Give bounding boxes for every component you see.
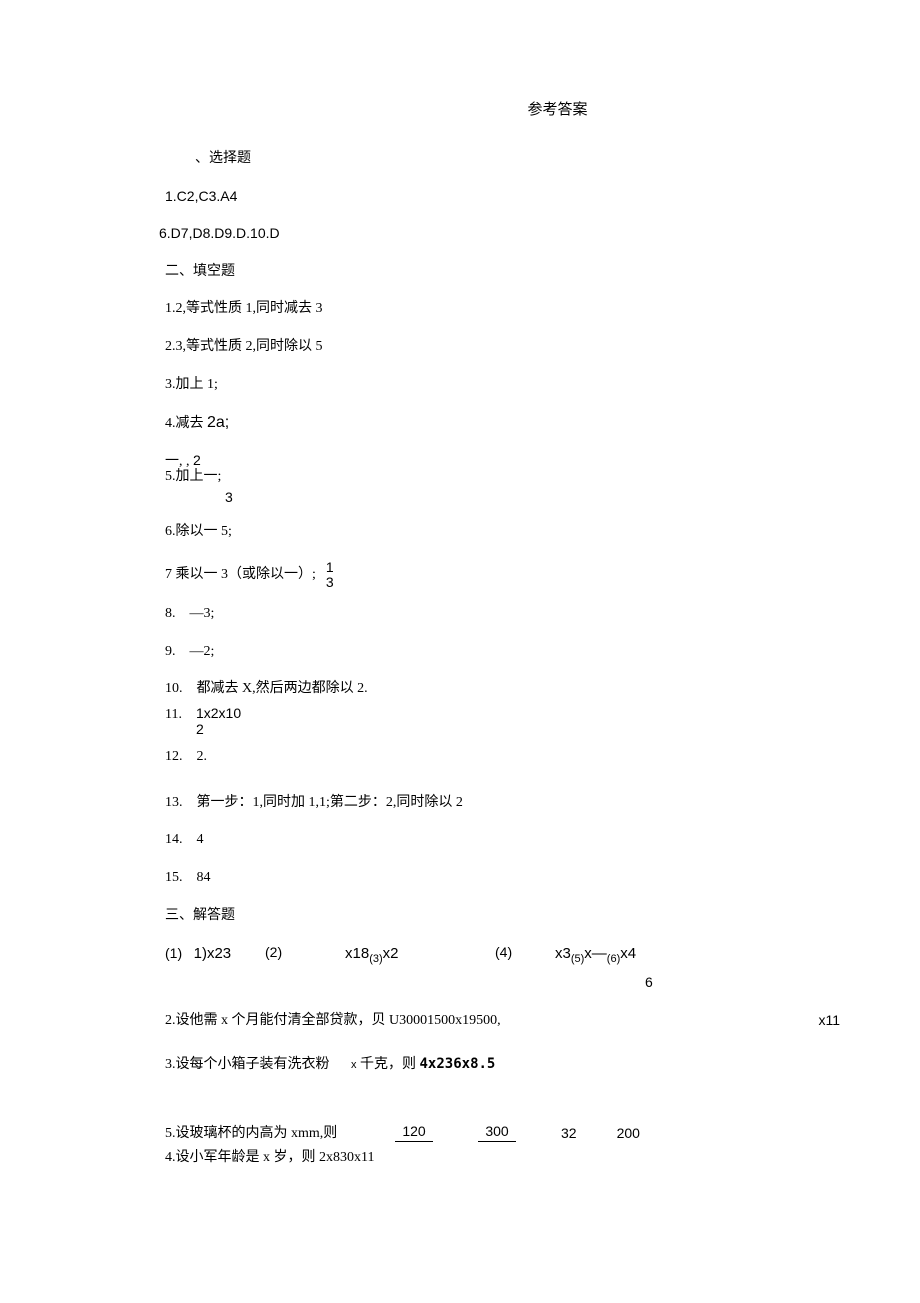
r1-b-sub: (3) — [369, 953, 382, 965]
s2-q11: 11. 1x2x10 2 — [165, 705, 840, 737]
s2-q11-top: 1x2x10 — [196, 705, 241, 721]
s2-q5: 一, , 2 5.加上一; — [165, 453, 840, 485]
r1-d-mid: x— — [584, 945, 607, 962]
s3-q3: 3.设每个小箱子装有洗衣粉 x 千克，则 4x236x8.5 — [165, 1055, 840, 1075]
s3-q5: 5.设玻璃杯的内高为 xmm,则 120 300 32 200 — [165, 1124, 840, 1144]
s2-q8: 8. —3; — [165, 604, 840, 624]
s3-q2-right: x11 — [818, 1011, 840, 1031]
section-2-header: 二、填空题 — [165, 262, 840, 282]
s2-q6: 6.除以一 5; — [165, 522, 840, 542]
s3-row1: (1) 1)x23 (2) x18(3)x2 (4) x3(5)x—(6)x4 — [165, 943, 840, 967]
s2-q13: 13. 第一步：1,同时加 1,1;第二步：2,同时除以 2 — [165, 793, 840, 813]
s2-q15: 15. 84 — [165, 868, 840, 888]
r1-b-tail: x2 — [383, 945, 399, 962]
s2-q5-denom: 3 — [225, 488, 840, 508]
section-1-header: 、选择题 — [195, 149, 840, 169]
section-3-header: 三、解答题 — [165, 906, 840, 926]
s2-q10: 10. 都减去 X,然后两边都除以 2. — [165, 679, 840, 699]
s1-line2: 6.D7,D8.D9.D.10.D — [159, 224, 840, 244]
s2-q7-bot: 3 — [326, 575, 334, 590]
r1-d-tail: x4 — [620, 945, 636, 962]
s2-q7: 7 乘以一 3（或除以一）; 1 3 — [165, 560, 840, 591]
s1-line1: 1.C2,C3.A4 — [165, 187, 840, 207]
s2-q9: 9. —2; — [165, 642, 840, 662]
r1-b-paren: (2) — [265, 944, 282, 960]
s2-q11-num: 11. — [165, 705, 182, 725]
s2-q5-top: 一, , — [165, 454, 193, 469]
s3-q3-suffix: 千克，则 — [360, 1057, 420, 1072]
s2-q4-val: 2a; — [207, 414, 229, 431]
s2-q7-prefix: 7 乘以一 3（或除以一）; — [165, 565, 316, 585]
r1-d-sub2: (6) — [607, 953, 620, 965]
r1-b-val: x18 — [345, 945, 369, 962]
page-title: 参考答案 — [275, 100, 840, 121]
s2-q4: 4.减去 2a; — [165, 412, 840, 434]
r1-a-val: 1)x23 — [194, 945, 232, 962]
s2-q3: 3.加上 1; — [165, 375, 840, 395]
s3-q2-left: 2.设他需 x 个月能付清全部贷款，贝 U30001500x19500, — [165, 1011, 818, 1031]
s3-q5-n1: 32 — [561, 1124, 577, 1144]
fraction-bar-icon — [478, 1141, 516, 1142]
q5-f1-val: 120 — [402, 1124, 425, 1139]
s2-q5-topnum: 2 — [193, 452, 201, 468]
r1-d-paren: (4) — [495, 944, 512, 960]
s3-q5-f2: 300 — [478, 1124, 516, 1144]
s3-q3-prefix: 3.设每个小箱子装有洗衣粉 — [165, 1057, 330, 1072]
s2-q11-bot: 2 — [196, 721, 241, 737]
s2-q14: 14. 4 — [165, 830, 840, 850]
s2-q5-prefix: 5.加上一; — [165, 469, 221, 484]
s3-q5-n2: 200 — [617, 1124, 640, 1144]
s2-q2: 2.3,等式性质 2,同时除以 5 — [165, 337, 840, 357]
r1-d-val: x3 — [555, 945, 571, 962]
r1-a-paren: (1) — [165, 945, 182, 961]
s2-q1: 1.2,等式性质 1,同时减去 3 — [165, 299, 840, 319]
s3-trail6: 6 — [645, 973, 840, 993]
fraction-bar-icon — [395, 1141, 433, 1142]
s3-q2: 2.设他需 x 个月能付清全部贷款，贝 U30001500x19500, x11 — [165, 1011, 840, 1031]
q5-f2-val: 300 — [485, 1124, 508, 1139]
s2-q12: 12. 2. — [165, 747, 840, 767]
s3-q5-f1: 120 — [395, 1124, 433, 1144]
r1-d-sub1: (5) — [571, 953, 584, 965]
s3-q5-label: 5.设玻璃杯的内高为 xmm,则 — [165, 1124, 395, 1144]
s3-q4: 4.设小军年龄是 x 岁，则 2x830x11 — [165, 1148, 840, 1168]
s3-q3-mono: 4x236x8.5 — [420, 1056, 496, 1072]
s2-q4-prefix: 4.减去 — [165, 416, 207, 431]
s3-q3-mid: x — [351, 1059, 357, 1071]
s2-q7-top: 1 — [326, 560, 334, 575]
